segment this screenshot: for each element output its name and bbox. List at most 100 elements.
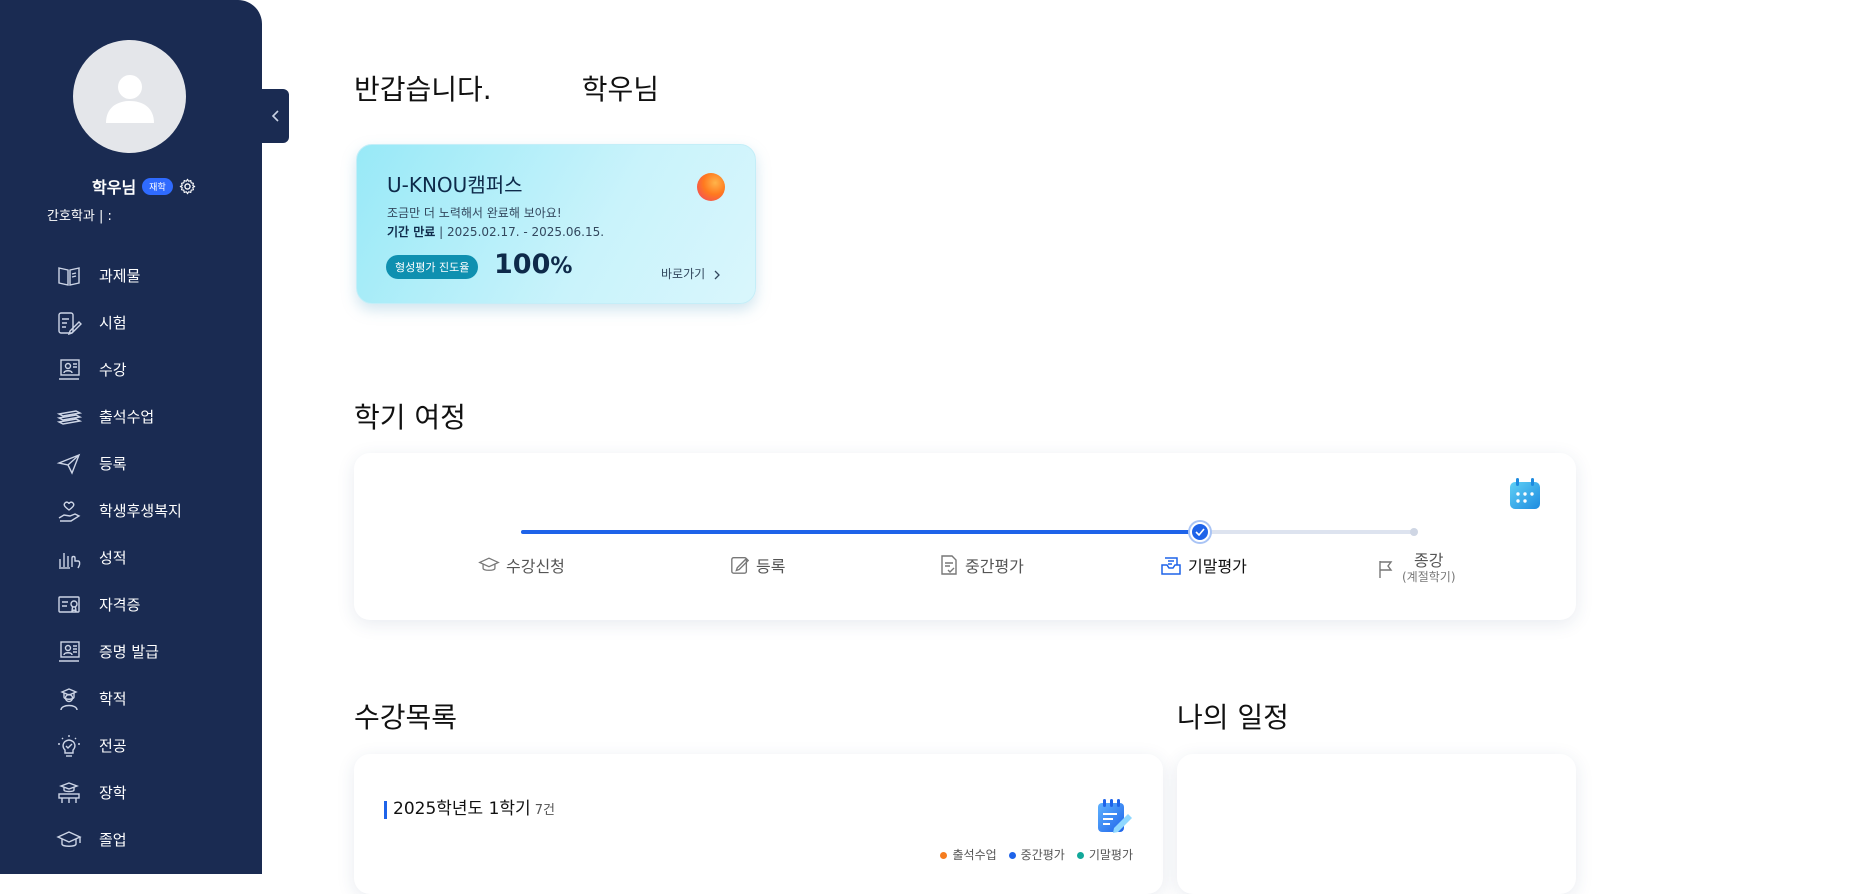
- course-count: 7건: [534, 803, 555, 818]
- user-icon: [105, 74, 154, 123]
- sidebar-item-welfare[interactable]: 학생후생복지: [55, 487, 182, 534]
- legend-label: 중간평가: [1020, 848, 1065, 862]
- step-label: 수강신청: [506, 557, 565, 576]
- lightbulb-icon: [55, 732, 83, 760]
- step-course-registration[interactable]: 수강신청: [478, 553, 565, 577]
- progress-unit: %: [550, 254, 573, 279]
- legend-item: 출석수업: [940, 846, 997, 863]
- step-label: 등록: [756, 557, 786, 576]
- user-info: 학우님 재학: [92, 174, 196, 198]
- progress-label: 형성평가 진도율: [386, 255, 479, 279]
- sidebar-item-major[interactable]: 전공: [55, 722, 182, 769]
- paper-plane-icon: [55, 450, 83, 478]
- document-check-icon: [941, 555, 957, 575]
- sidebar-item-assignment[interactable]: 과제물: [55, 252, 182, 299]
- sidebar-collapse-button[interactable]: [262, 89, 289, 143]
- department: 간호학과 | :: [47, 209, 112, 224]
- legend-item: 기말평가: [1076, 846, 1133, 863]
- legend-dot: [1008, 852, 1016, 859]
- period-value: 2025.02.17. - 2025.06.15.: [447, 225, 605, 239]
- scholarship-icon: [55, 779, 83, 807]
- sidebar-item-label: 시험: [99, 314, 127, 332]
- sidebar-item-label: 장학: [99, 784, 127, 802]
- step-label: 중간평가: [965, 557, 1024, 576]
- legend-item: 중간평가: [1008, 846, 1065, 863]
- campus-period: 기간 만료 | 2025.02.17. - 2025.06.15.: [387, 225, 605, 239]
- journey-progress-end: [1410, 528, 1418, 536]
- sidebar-item-certificate[interactable]: 자격증: [55, 581, 182, 628]
- graduation-cap-icon: [478, 557, 500, 571]
- check-icon: [1195, 528, 1205, 536]
- sidebar-item-exam[interactable]: 시험: [55, 299, 182, 346]
- sidebar-item-label: 출석수업: [99, 408, 155, 426]
- status-badge: 재학: [142, 177, 173, 195]
- graduation-cap-icon: [55, 826, 83, 854]
- legend-label: 출석수업: [952, 848, 997, 862]
- book-icon: [55, 262, 83, 290]
- sidebar: 학우님 재학 간호학과 | : 과제물 시험 수강 출석수업 등록 학생후생복지…: [0, 0, 262, 874]
- sidebar-item-label: 등록: [99, 455, 127, 473]
- certificate-icon: [55, 591, 83, 619]
- greeting-user: 학우님: [581, 73, 659, 106]
- step-midterm[interactable]: 중간평가: [939, 553, 1024, 577]
- sidebar-item-label: 수강: [99, 361, 127, 379]
- sidebar-item-document-issue[interactable]: 증명 발급: [55, 628, 182, 675]
- chevron-right-icon: [714, 270, 720, 279]
- step-semester-end[interactable]: 종강 (계절학기): [1376, 553, 1456, 585]
- sidebar-item-graduation[interactable]: 졸업: [55, 816, 182, 863]
- schedule-card: [1177, 754, 1576, 894]
- go-link-label: 바로가기: [661, 267, 706, 281]
- greeting-text: 반갑습니다.: [354, 73, 492, 106]
- heart-hand-icon: [55, 497, 83, 525]
- sidebar-item-label: 졸업: [99, 831, 127, 849]
- document-issue-icon: [55, 638, 83, 666]
- course-list-card: 2025학년도 1학기 7건 출석수업 중간평가 기말평가: [354, 754, 1163, 894]
- chart-hand-icon: [55, 544, 83, 572]
- sidebar-item-label: 과제물: [99, 267, 141, 285]
- semester-title: 2025학년도 1학기 7건: [384, 801, 555, 819]
- page-title: 반갑습니다. 학우님: [354, 68, 659, 108]
- books-stack-icon: [55, 403, 83, 431]
- sidebar-item-attendance-class[interactable]: 출석수업: [55, 393, 182, 440]
- legend-label: 기말평가: [1088, 848, 1133, 862]
- sidebar-item-label: 자격증: [99, 596, 141, 614]
- calendar-icon[interactable]: [1508, 477, 1542, 511]
- step-label: 종강: [1414, 551, 1444, 570]
- progress-number: 100: [494, 249, 551, 280]
- edit-icon: [731, 557, 750, 574]
- step-registration[interactable]: 등록: [730, 553, 785, 577]
- period-label: 기간 만료: [387, 225, 436, 239]
- legend-dot: [1076, 852, 1084, 859]
- gear-icon[interactable]: [179, 178, 196, 195]
- campus-title: U-KNOU캠퍼스: [387, 173, 523, 197]
- user-name: 학우님: [92, 178, 137, 197]
- course-legend: 출석수업 중간평가 기말평가: [940, 846, 1133, 863]
- sidebar-item-academic-record[interactable]: 학적: [55, 675, 182, 722]
- journey-card: 수강신청 등록 중간평가 기말평가 종강 (계절학기): [354, 453, 1576, 620]
- sidebar-item-label: 학생후생복지: [99, 502, 182, 520]
- sidebar-item-grades[interactable]: 성적: [55, 534, 182, 581]
- campus-card[interactable]: U-KNOU캠퍼스 조금만 더 노력해서 완료해 보아요! 기간 만료 | 20…: [356, 144, 756, 304]
- journey-title: 학기 여정: [354, 401, 466, 434]
- campus-logo-icon: [697, 173, 725, 201]
- sidebar-item-lecture[interactable]: 수강: [55, 346, 182, 393]
- campus-subtitle: 조금만 더 노력해서 완료해 보아요!: [387, 206, 562, 220]
- sidebar-item-label: 전공: [99, 737, 127, 755]
- exam-edit-icon: [55, 309, 83, 337]
- schedule-title: 나의 일정: [1177, 701, 1289, 734]
- sidebar-item-scholarship[interactable]: 장학: [55, 769, 182, 816]
- legend-dot: [940, 852, 948, 859]
- go-link[interactable]: 바로가기: [661, 265, 721, 282]
- journey-progress-fill: [521, 530, 1200, 534]
- flag-icon: [1379, 561, 1393, 578]
- journey-progress-track: [521, 522, 1418, 542]
- sidebar-item-label: 학적: [99, 690, 127, 708]
- sidebar-item-registration[interactable]: 등록: [55, 440, 182, 487]
- step-label: 기말평가: [1188, 557, 1247, 576]
- journey-progress-knob: [1189, 522, 1210, 542]
- student-icon: [55, 685, 83, 713]
- notepad-edit-icon[interactable]: [1095, 798, 1133, 834]
- avatar[interactable]: [73, 40, 186, 153]
- step-final[interactable]: 기말평가: [1160, 553, 1247, 577]
- chevron-left-icon: [271, 110, 279, 122]
